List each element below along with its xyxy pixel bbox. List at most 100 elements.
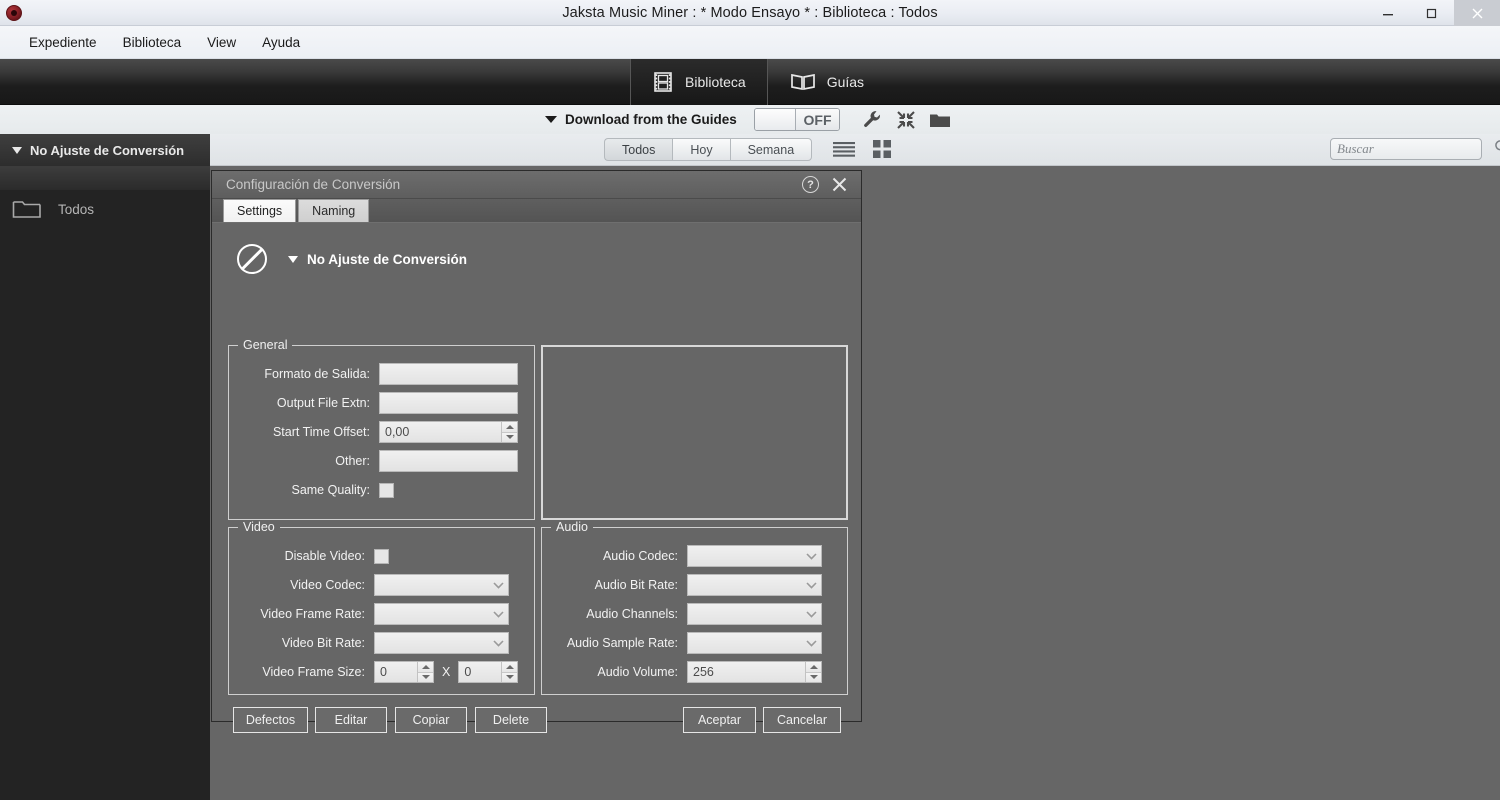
conversion-preset-bar[interactable]: No Ajuste de Conversión <box>0 134 210 166</box>
disable-video-checkbox[interactable] <box>374 548 389 564</box>
chevron-down-icon <box>545 116 557 123</box>
sidebar-item-todos[interactable]: Todos <box>0 186 210 232</box>
conversion-profile-selector[interactable]: No Ajuste de Conversión <box>288 252 467 267</box>
folder-icon[interactable] <box>929 111 951 129</box>
field-label: Audio Volume: <box>597 665 678 679</box>
field-label: Video Codec: <box>290 578 365 592</box>
minimize-icon[interactable] <box>1366 0 1410 26</box>
wrench-icon[interactable] <box>862 109 883 130</box>
stepper-buttons[interactable] <box>417 662 433 682</box>
cancel-button[interactable]: Cancelar <box>763 707 841 733</box>
field-audio-channels: Audio Channels: <box>542 603 832 625</box>
search-icon <box>1494 139 1500 159</box>
start-time-offset-stepper[interactable]: 0,00 <box>379 421 518 443</box>
filter-semana[interactable]: Semana <box>729 138 813 161</box>
field-video-bit-rate: Video Bit Rate: <box>229 632 519 654</box>
field-label: Video Frame Size: <box>262 665 365 679</box>
help-icon[interactable]: ? <box>802 176 819 193</box>
search-box[interactable] <box>1330 138 1500 160</box>
stepper-down-icon[interactable] <box>418 672 433 682</box>
close-icon[interactable] <box>831 176 848 193</box>
audio-group-title: Audio <box>551 520 593 534</box>
video-bit-rate-select[interactable] <box>374 632 509 654</box>
stepper-up-icon[interactable] <box>502 662 518 673</box>
stepper-buttons[interactable] <box>501 662 518 682</box>
field-audio-bit-rate: Audio Bit Rate: <box>542 574 832 596</box>
list-view-icon[interactable] <box>833 141 855 157</box>
stepper-down-icon[interactable] <box>806 672 821 682</box>
window-controls <box>1366 0 1500 26</box>
stepper-buttons[interactable] <box>805 662 821 682</box>
menu-expediente[interactable]: Expediente <box>18 31 108 54</box>
audio-sample-rate-select[interactable] <box>687 632 822 654</box>
stepper-up-icon[interactable] <box>418 662 433 673</box>
tab-biblioteca[interactable]: Biblioteca <box>630 59 768 105</box>
stepper-up-icon[interactable] <box>806 662 821 673</box>
menu-ayuda[interactable]: Ayuda <box>251 31 311 54</box>
audio-channels-select[interactable] <box>687 603 822 625</box>
formato-de-salida-input[interactable] <box>379 363 518 385</box>
field-video-frame-rate: Video Frame Rate: <box>229 603 519 625</box>
tab-naming[interactable]: Naming <box>298 199 370 222</box>
field-label: Disable Video: <box>284 549 365 563</box>
field-label: Start Time Offset: <box>272 425 370 439</box>
field-audio-codec: Audio Codec: <box>542 545 832 567</box>
same-quality-checkbox[interactable] <box>379 482 394 498</box>
field-label: Video Bit Rate: <box>281 636 365 650</box>
video-group: Video Disable Video: Video Codec: Video … <box>228 520 535 695</box>
time-filter-segments: Todos Hoy Semana <box>604 138 813 161</box>
copy-button[interactable]: Copiar <box>395 707 467 733</box>
restore-icon[interactable] <box>1410 0 1454 26</box>
frame-size-separator: X <box>442 665 451 679</box>
menubar: Expediente Biblioteca View Ayuda <box>0 26 1500 59</box>
video-codec-select[interactable] <box>374 574 509 596</box>
sidebar: Todos <box>0 166 210 800</box>
menu-biblioteca[interactable]: Biblioteca <box>112 31 193 54</box>
close-icon[interactable] <box>1454 0 1500 26</box>
delete-button[interactable]: Delete <box>475 707 547 733</box>
stepper-buttons[interactable] <box>501 422 517 442</box>
defaults-button[interactable]: Defectos <box>233 707 308 733</box>
menu-view[interactable]: View <box>196 31 247 54</box>
video-frame-width-stepper[interactable]: 0 <box>374 661 434 683</box>
video-frame-height-stepper[interactable]: 0 <box>458 661 519 683</box>
other-input[interactable] <box>379 450 518 472</box>
edit-button[interactable]: Editar <box>315 707 387 733</box>
filter-hoy[interactable]: Hoy <box>672 138 730 161</box>
grid-view-icon[interactable] <box>873 140 891 158</box>
chevron-down-icon <box>488 610 508 618</box>
stepper-down-icon[interactable] <box>502 432 517 442</box>
video-frame-width-value: 0 <box>380 665 387 679</box>
toolbar-icons <box>862 109 951 130</box>
toolbar: Download from the Guides OFF <box>0 105 1500 134</box>
audio-bit-rate-select[interactable] <box>687 574 822 596</box>
collapse-icon[interactable] <box>896 110 916 130</box>
start-time-offset-value: 0,00 <box>385 425 410 439</box>
chevron-down-icon <box>12 146 22 154</box>
output-file-extn-input[interactable] <box>379 392 518 414</box>
toggle-state-label: OFF <box>796 109 839 130</box>
field-label: Other: <box>335 454 370 468</box>
filter-todos[interactable]: Todos <box>604 138 673 161</box>
field-audio-sample-rate: Audio Sample Rate: <box>542 632 832 654</box>
stepper-up-icon[interactable] <box>502 422 517 433</box>
video-group-title: Video <box>238 520 280 534</box>
accept-button[interactable]: Aceptar <box>683 707 756 733</box>
download-from-guides-group[interactable]: Download from the Guides <box>545 112 737 127</box>
tab-guias-label: Guías <box>826 74 865 90</box>
field-label: Audio Bit Rate: <box>594 578 678 592</box>
video-frame-rate-select[interactable] <box>374 603 509 625</box>
nav-tabs: Biblioteca Guías <box>630 59 886 105</box>
field-start-time-offset: Start Time Offset: 0,00 <box>229 421 519 443</box>
field-label: Audio Codec: <box>602 549 678 563</box>
conversion-profile-row: No Ajuste de Conversión <box>237 244 467 274</box>
conversion-preset-label: No Ajuste de Conversión <box>30 142 185 158</box>
audio-codec-select[interactable] <box>687 545 822 567</box>
search-input[interactable] <box>1337 141 1494 157</box>
stepper-down-icon[interactable] <box>502 672 518 682</box>
download-toggle[interactable]: OFF <box>754 108 840 131</box>
audio-volume-stepper[interactable]: 256 <box>687 661 822 683</box>
tab-guias[interactable]: Guías <box>768 59 886 105</box>
field-video-codec: Video Codec: <box>229 574 519 596</box>
tab-settings[interactable]: Settings <box>223 199 297 222</box>
